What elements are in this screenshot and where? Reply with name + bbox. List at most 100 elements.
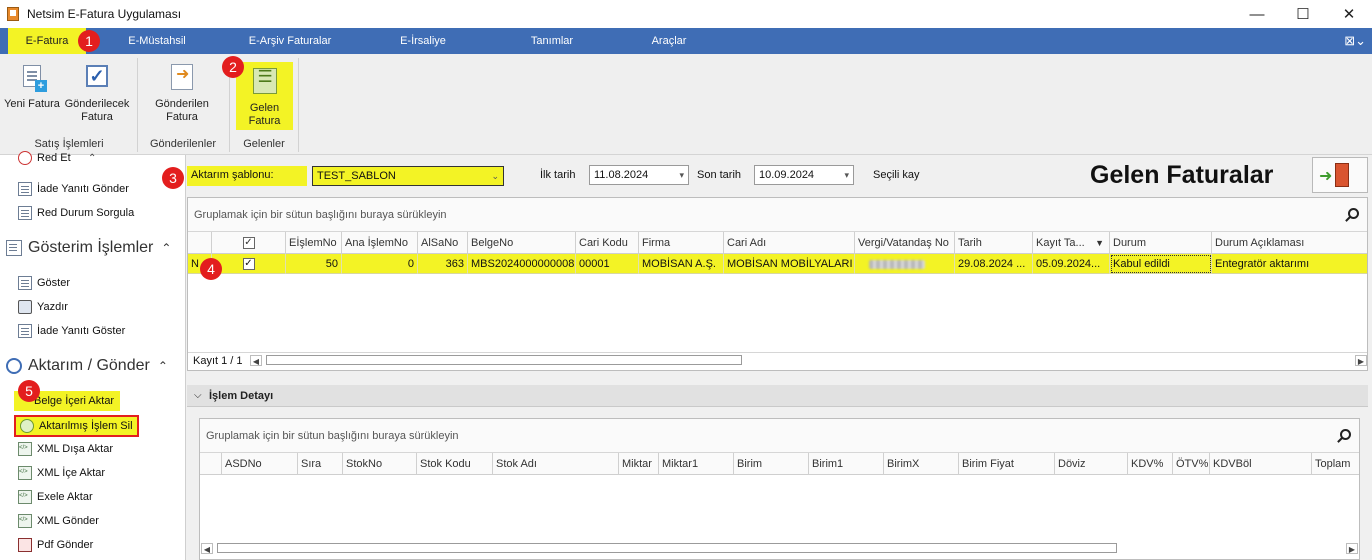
col-toplam[interactable]: Toplam <box>1312 453 1359 475</box>
col-kdv[interactable]: KDV% <box>1128 453 1173 475</box>
col-tarih[interactable]: Tarih <box>955 232 1033 254</box>
table-row[interactable]: N ✓ 50 0 363 MBS2024000000008 00001 MOBİ… <box>188 254 1367 274</box>
group-by-bar[interactable]: Gruplamak için bir sütun başlığını buray… <box>188 198 1367 232</box>
col-miktar1[interactable]: Miktar1 <box>659 453 734 475</box>
col-firma[interactable]: Firma <box>639 232 724 254</box>
reject-status-query-item[interactable]: Red Durum Sorgula <box>18 203 134 223</box>
end-date-input[interactable]: 10.09.2024 ▾ <box>754 165 854 185</box>
scroll-left-icon[interactable]: ◀ <box>201 543 213 554</box>
cell-belgeno: MBS2024000000008 <box>468 254 576 274</box>
door-icon <box>1335 163 1349 187</box>
template-select[interactable]: TEST_SABLON ⌄ <box>312 166 504 186</box>
col-alsano[interactable]: AlSaNo <box>418 232 468 254</box>
scroll-right-icon[interactable]: ▶ <box>1346 543 1358 554</box>
maximize-button[interactable]: ☐ <box>1280 0 1326 28</box>
col-durum[interactable]: Durum <box>1110 232 1212 254</box>
incoming-invoice-button[interactable]: Gelen Fatura <box>236 62 293 130</box>
xml-icon <box>18 442 32 456</box>
cell-kayit-tarihi: 05.09.2024... <box>1033 254 1110 274</box>
tab-tanimlar[interactable]: Tanımlar <box>520 28 584 54</box>
reject-item[interactable]: Red Et <box>18 151 71 165</box>
cell-alsano: 363 <box>418 254 468 274</box>
document-icon <box>18 276 32 290</box>
cell-cari-adi: MOBİSAN MOBİLYALARI <box>724 254 855 274</box>
col-stok-adi[interactable]: Stok Adı <box>493 453 619 475</box>
col-kdvbol[interactable]: KDVBöl <box>1210 453 1312 475</box>
scroll-thumb[interactable] <box>217 543 1117 553</box>
tab-e-fatura[interactable]: E-Fatura <box>8 28 86 54</box>
print-label: Yazdır <box>37 301 68 313</box>
tab-e-arsiv[interactable]: E-Arşiv Faturalar <box>232 28 348 54</box>
pdf-send-item[interactable]: Pdf Gönder <box>18 535 93 555</box>
ribbon-separator <box>298 58 299 152</box>
col-birimx[interactable]: BirimX <box>884 453 959 475</box>
tab-araclar[interactable]: Araçlar <box>640 28 698 54</box>
template-value: TEST_SABLON <box>317 170 396 182</box>
search-icon[interactable] <box>1340 429 1351 440</box>
step-marker-3: 3 <box>162 167 184 189</box>
collapse-icon[interactable]: ⌃ <box>161 241 171 255</box>
xml-import-label: XML İçe Aktar <box>37 467 106 479</box>
collapse-icon[interactable]: ⌃ <box>158 359 168 373</box>
xml-export-label: XML Dışa Aktar <box>37 443 114 455</box>
scroll-left-icon[interactable]: ◀ <box>250 355 262 366</box>
col-birim-fiyat[interactable]: Birim Fiyat <box>959 453 1055 475</box>
scroll-up-icon[interactable]: ⌃ <box>88 153 96 164</box>
ribbon-options-icon[interactable]: ⊠⌄ <box>1344 33 1366 49</box>
xml-import-item[interactable]: XML İçe Aktar <box>18 463 105 483</box>
col-vergi-no[interactable]: Vergi/Vatandaş No <box>855 232 955 254</box>
sent-invoice-button[interactable]: Gönderilen Fatura <box>148 62 216 124</box>
horizontal-scrollbar[interactable]: ◀ ▶ <box>250 354 1367 368</box>
show-item[interactable]: Göster <box>18 273 70 293</box>
document-icon <box>18 324 32 338</box>
col-eislemno[interactable]: EİşlemNo <box>286 232 342 254</box>
xml-export-item[interactable]: XML Dışa Aktar <box>18 439 113 459</box>
tab-e-mustahsil[interactable]: E-Müstahsil <box>112 28 202 54</box>
window-title: Netsim E-Fatura Uygulaması <box>27 7 182 21</box>
view-section-icon <box>6 240 22 256</box>
select-all-checkbox[interactable]: ✓ <box>212 232 286 254</box>
printer-icon <box>18 300 32 314</box>
tab-e-irsaliye[interactable]: E-İrsaliye <box>384 28 462 54</box>
start-date-input[interactable]: 11.08.2024 ▾ <box>589 165 689 185</box>
col-cari-kodu[interactable]: Cari Kodu <box>576 232 639 254</box>
col-cari-adi[interactable]: Cari Adı <box>724 232 855 254</box>
row-checkbox[interactable]: ✓ <box>212 254 286 274</box>
col-ana-islemno[interactable]: Ana İşlemNo <box>342 232 418 254</box>
minimize-button[interactable]: — <box>1234 0 1280 28</box>
col-birim[interactable]: Birim <box>734 453 809 475</box>
new-invoice-button[interactable]: + Yeni Fatura <box>2 62 62 111</box>
col-miktar[interactable]: Miktar <box>619 453 659 475</box>
excel-export-item[interactable]: Exele Aktar <box>18 487 93 507</box>
xml-icon <box>18 514 32 528</box>
col-kayit-tarihi[interactable]: Kayıt Ta... ▼ <box>1033 232 1110 254</box>
xml-send-item[interactable]: XML Gönder <box>18 511 99 531</box>
search-icon[interactable] <box>1348 208 1359 219</box>
close-button[interactable]: ✕ <box>1326 0 1372 28</box>
col-otv[interactable]: ÖTV% <box>1173 453 1210 475</box>
cell-ana-islemno: 0 <box>342 254 418 274</box>
col-durum-aciklamasi[interactable]: Durum Açıklaması <box>1212 232 1367 254</box>
scroll-right-icon[interactable]: ▶ <box>1355 355 1367 366</box>
xml-icon <box>18 466 32 480</box>
col-birim1[interactable]: Birim1 <box>809 453 884 475</box>
exit-button[interactable]: ➜ <box>1312 157 1368 193</box>
scroll-thumb[interactable] <box>266 355 742 365</box>
detail-section-header[interactable]: ⌵ İşlem Detayı <box>187 385 1368 407</box>
outgoing-invoice-button[interactable]: ✓ Gönderilecek Fatura <box>64 62 130 124</box>
col-stokno[interactable]: StokNo <box>343 453 417 475</box>
print-item[interactable]: Yazdır <box>18 297 68 317</box>
start-date-value: 11.08.2024 <box>594 169 649 181</box>
section-view-operations[interactable]: Gösterim İşlemler ⌃ <box>6 239 171 257</box>
col-stok-kodu[interactable]: Stok Kodu <box>417 453 493 475</box>
col-belgeno[interactable]: BelgeNo <box>468 232 576 254</box>
delete-imported-item[interactable]: Aktarılmış İşlem Sil <box>14 415 139 437</box>
col-doviz[interactable]: Döviz <box>1055 453 1128 475</box>
return-reply-show-item[interactable]: İade Yanıtı Göster <box>18 321 125 341</box>
return-reply-send-item[interactable]: İade Yanıtı Gönder <box>18 179 129 199</box>
section-transfer[interactable]: Aktarım / Gönder ⌃ <box>6 357 168 375</box>
col-asdno[interactable]: ASDNo <box>222 453 298 475</box>
col-sira[interactable]: Sıra <box>298 453 343 475</box>
detail-horizontal-scrollbar[interactable]: ◀ ▶ <box>201 542 1358 556</box>
detail-group-by-bar[interactable]: Gruplamak için bir sütun başlığını buray… <box>200 419 1359 453</box>
